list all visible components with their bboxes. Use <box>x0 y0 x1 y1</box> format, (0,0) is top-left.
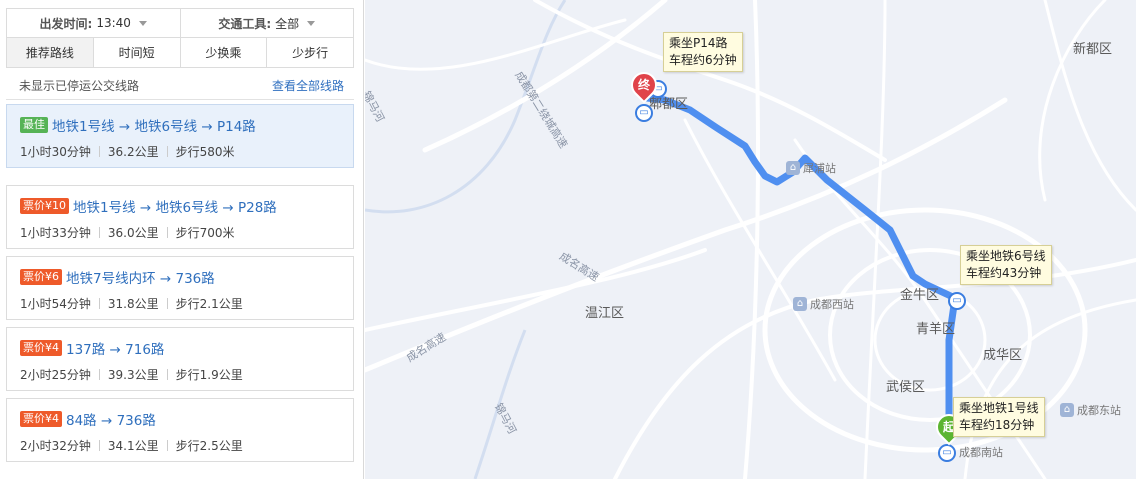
district-label: 成华区 <box>983 348 1023 363</box>
tab-recommended[interactable]: 推荐路线 <box>7 38 93 67</box>
train-station-icon: ⌂ <box>793 297 807 311</box>
route-title: 地铁7号线内环 → 736路 <box>66 271 215 287</box>
filter-row: 出发时间: 13:40 交通工具: 全部 <box>6 8 354 38</box>
route-badge: 最佳 <box>20 117 48 133</box>
tab-fewer-transfers[interactable]: 少换乘 <box>179 38 267 67</box>
depart-time-select[interactable]: 出发时间: 13:40 <box>7 9 180 37</box>
depart-time-label: 出发时间: <box>39 16 93 31</box>
metro-icon[interactable]: ▭ <box>938 444 956 462</box>
map-view[interactable]: 新都区 郫都区 温江区 金牛区 青羊区 成华区 武侯区 成都第二绕城高速 成名高… <box>365 0 1136 479</box>
route-option[interactable]: 票价¥4 84路 → 736路 2小时32分钟 34.1公里 步行2.5公里 <box>6 398 354 462</box>
route-distance: 34.1公里 <box>107 439 159 453</box>
depart-time-value: 13:40 <box>96 16 131 30</box>
route-option[interactable]: 票价¥6 地铁7号线内环 → 736路 1小时54分钟 31.8公里 步行2.1… <box>6 256 354 320</box>
transport-select[interactable]: 交通工具: 全部 <box>179 9 354 37</box>
route-duration: 2小时32分钟 <box>20 439 91 453</box>
route-option[interactable]: 最佳 地铁1号线 → 地铁6号线 → P14路 1小时30分钟 36.2公里 步… <box>6 104 354 168</box>
route-duration: 1小时54分钟 <box>20 297 91 311</box>
route-distance: 39.3公里 <box>107 368 159 382</box>
route-duration: 1小时33分钟 <box>20 226 91 240</box>
route-title: 地铁1号线 → 地铁6号线 → P28路 <box>73 200 277 216</box>
notice-bar: 未显示已停运公交线路 查看全部线路 <box>6 72 354 100</box>
route-walk: 步行1.9公里 <box>175 368 243 382</box>
route-title: 地铁1号线 → 地铁6号线 → P14路 <box>52 119 256 135</box>
route-duration: 1小时30分钟 <box>20 145 91 159</box>
segment-tooltip: 乘坐P14路 车程约6分钟 <box>663 32 743 72</box>
segment-tooltip: 乘坐地铁6号线 车程约43分钟 <box>960 245 1052 285</box>
route-distance: 36.2公里 <box>107 145 159 159</box>
route-walk: 步行2.1公里 <box>175 297 243 311</box>
bus-icon[interactable]: ▭ <box>635 104 653 122</box>
tab-shortest-time[interactable]: 时间短 <box>92 38 180 67</box>
station-label: ⌂ 成都东站 <box>1060 402 1121 418</box>
route-title: 137路 → 716路 <box>66 342 165 358</box>
route-option[interactable]: 票价¥10 地铁1号线 → 地铁6号线 → P28路 1小时33分钟 36.0公… <box>6 185 354 249</box>
route-badge: 票价¥10 <box>20 198 69 214</box>
station-label: ⌂ 成都西站 <box>793 296 854 312</box>
train-station-icon: ⌂ <box>786 161 800 175</box>
metro-icon[interactable]: ▭ <box>948 292 966 310</box>
chevron-down-icon <box>307 20 316 26</box>
district-label: 温江区 <box>585 306 625 321</box>
route-badge: 票价¥4 <box>20 340 62 356</box>
route-badge: 票价¥6 <box>20 269 62 285</box>
route-panel: 出发时间: 13:40 交通工具: 全部 推荐路线 时间短 少换乘 少步行 未显… <box>0 0 364 479</box>
segment-tooltip: 乘坐地铁1号线 车程约18分钟 <box>953 397 1045 437</box>
view-all-lines-link[interactable]: 查看全部线路 <box>272 77 344 94</box>
notice-text: 未显示已停运公交线路 <box>19 79 140 93</box>
district-label: 金牛区 <box>900 288 940 303</box>
route-walk: 步行700米 <box>175 226 235 240</box>
route-badge: 票价¥4 <box>20 411 62 427</box>
train-station-icon: ⌂ <box>1060 403 1074 417</box>
route-duration: 2小时25分钟 <box>20 368 91 382</box>
route-title: 84路 → 736路 <box>66 413 156 429</box>
station-label: 成都南站 <box>959 446 1003 459</box>
transport-label: 交通工具: <box>218 16 272 31</box>
route-option[interactable]: 票价¥4 137路 → 716路 2小时25分钟 39.3公里 步行1.9公里 <box>6 327 354 391</box>
district-label: 青羊区 <box>916 322 956 337</box>
district-label: 新都区 <box>1073 42 1113 57</box>
route-walk: 步行580米 <box>175 145 235 159</box>
station-label: ⌂ 犀浦站 <box>786 160 836 176</box>
route-tabs: 推荐路线 时间短 少换乘 少步行 <box>6 37 354 68</box>
transport-value: 全部 <box>275 16 300 31</box>
district-label: 武侯区 <box>886 380 926 395</box>
route-walk: 步行2.5公里 <box>175 439 243 453</box>
chevron-down-icon <box>138 20 147 26</box>
route-distance: 31.8公里 <box>107 297 159 311</box>
tab-less-walking[interactable]: 少步行 <box>266 38 353 67</box>
route-distance: 36.0公里 <box>107 226 159 240</box>
